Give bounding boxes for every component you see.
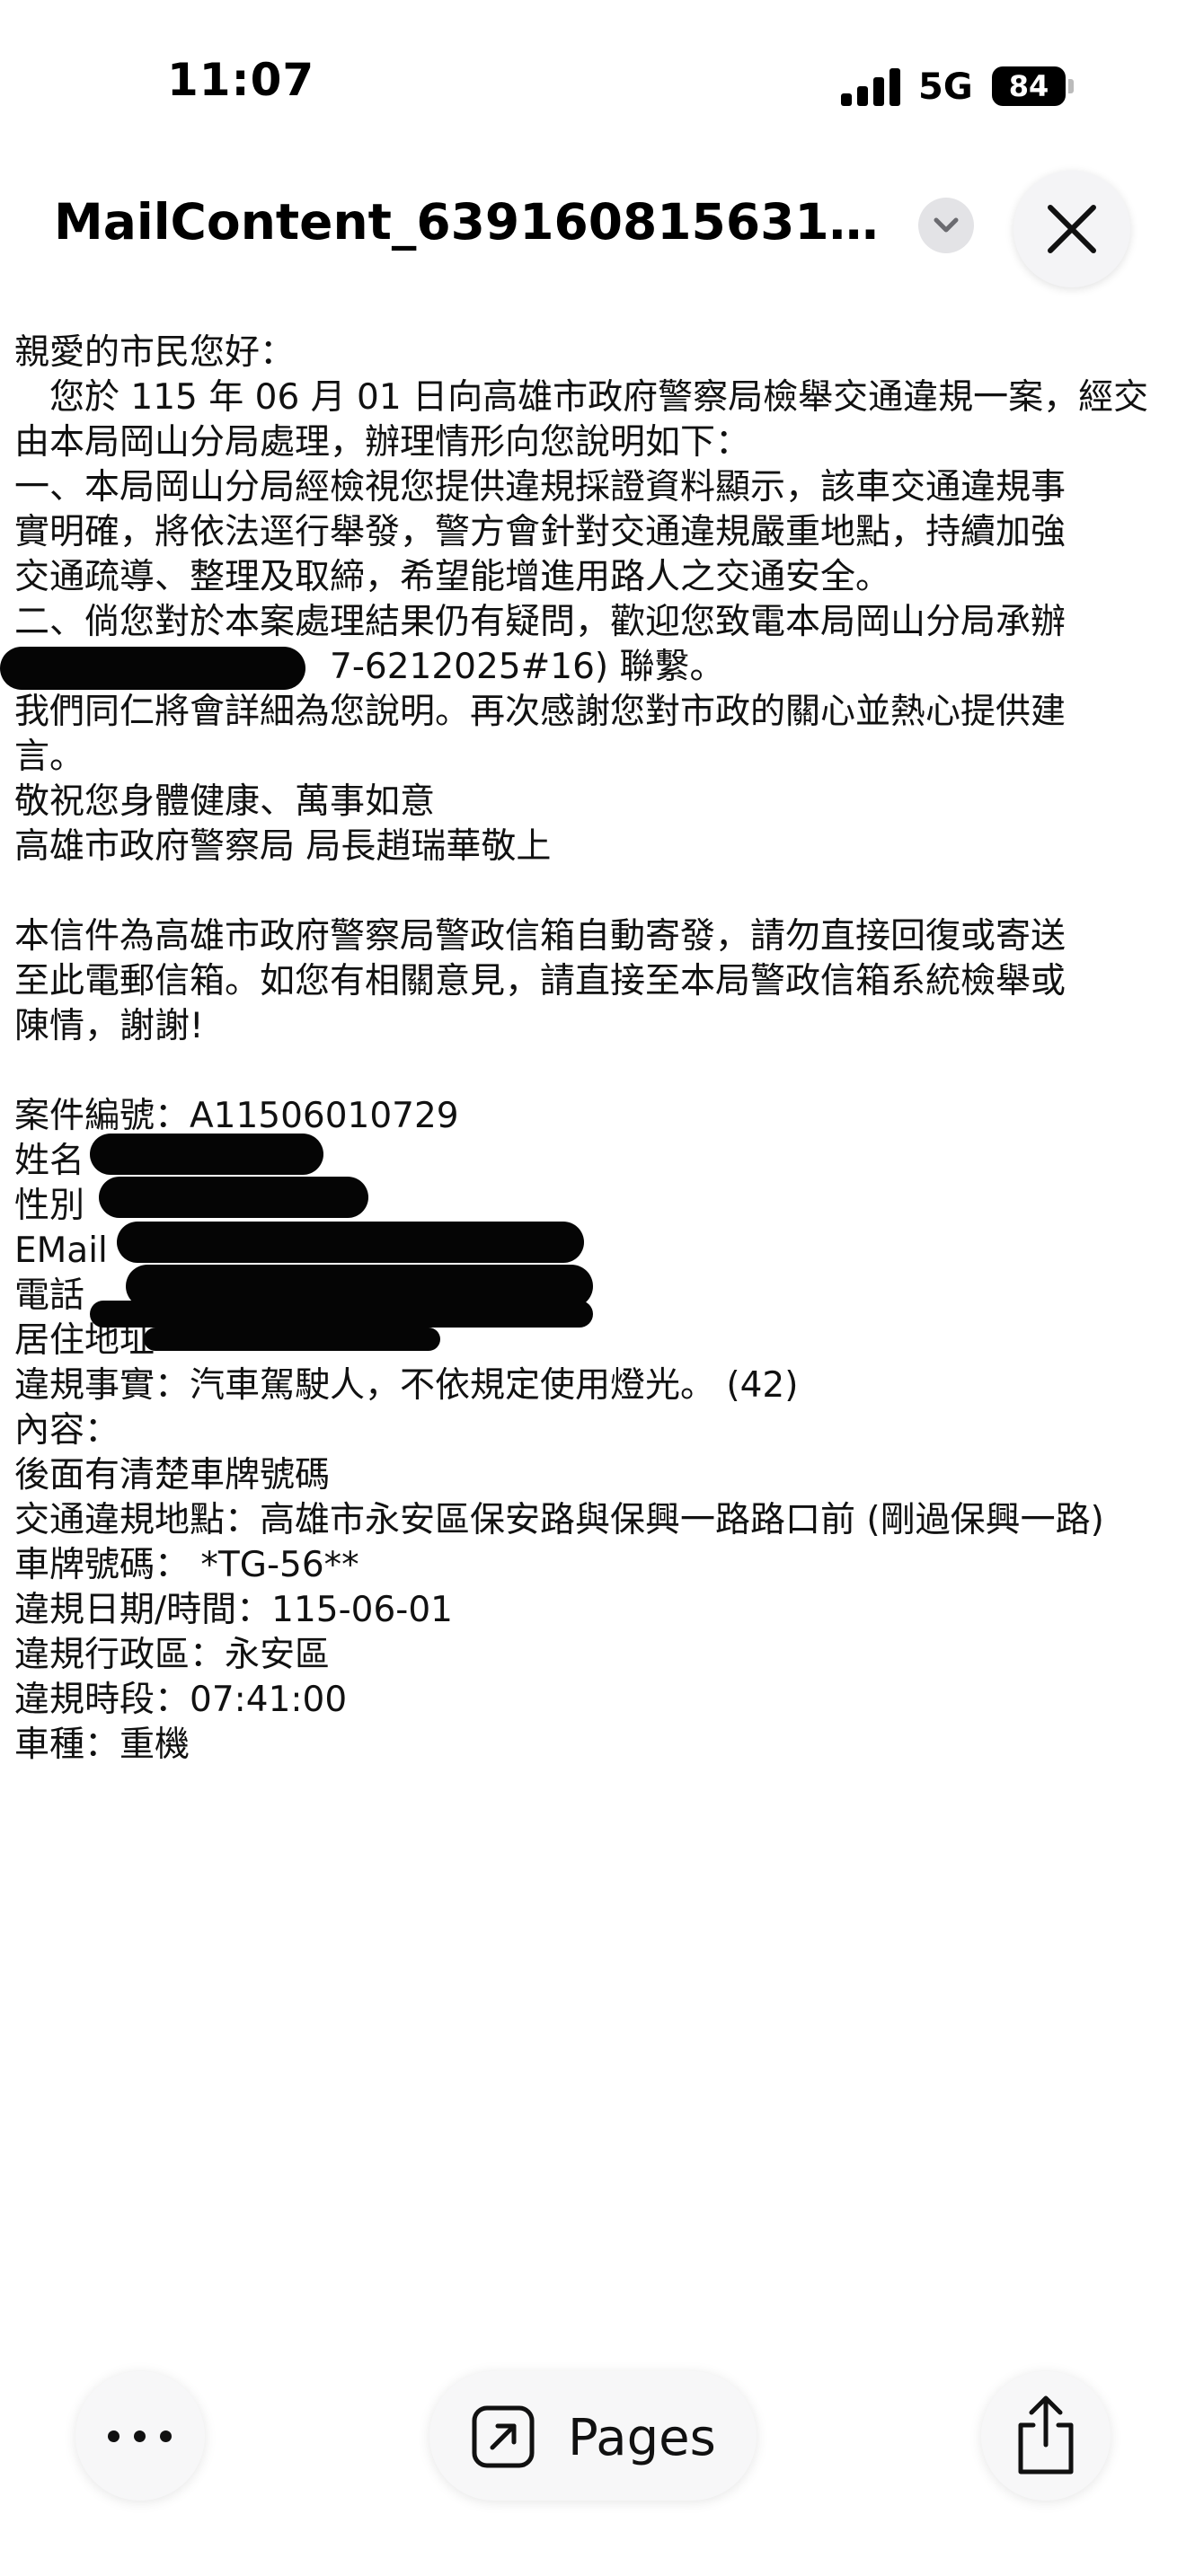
status-time: 11:07 bbox=[167, 54, 315, 106]
open-in-pages-button[interactable]: Pages bbox=[429, 2371, 757, 2501]
content-label: 內容： bbox=[14, 1410, 120, 1451]
mail-line: 親愛的市民您好： bbox=[14, 332, 296, 373]
mail-line: 敬祝您身體健康、萬事如意 bbox=[14, 781, 436, 822]
content-text: 後面有清楚車牌號碼 bbox=[14, 1455, 331, 1495]
open-external-icon bbox=[472, 2405, 535, 2468]
mail-content: 親愛的市民您好： 您於 115 年 06 月 01 日向高雄市政府警察局檢舉交通… bbox=[14, 331, 1182, 1768]
redaction-mark bbox=[0, 647, 305, 690]
document-title[interactable]: MailContent_6391608156313... bbox=[54, 193, 890, 251]
violation-district: 違規行政區：永安區 bbox=[14, 1635, 331, 1675]
violation-fact: 違規事實：汽車駕駛人，不依規定使用燈光。 (42) bbox=[14, 1365, 799, 1406]
share-icon bbox=[1018, 2395, 1074, 2475]
chevron-down-icon bbox=[934, 217, 959, 233]
plate-number: 車牌號碼： *TG-56** bbox=[14, 1545, 359, 1585]
violation-time: 違規時段：07:41:00 bbox=[14, 1680, 348, 1720]
redaction-mark bbox=[144, 1328, 440, 1351]
case-number: 案件編號：A11506010729 bbox=[14, 1096, 459, 1136]
status-bar: 11:07 5G 84 bbox=[0, 0, 1186, 171]
mail-blank-line bbox=[14, 1049, 1182, 1094]
mail-line: 我們同仁將會詳細為您說明。再次感謝您對市政的關心並熱心提供建 bbox=[14, 692, 1067, 732]
mail-line: 陳情，謝謝! bbox=[14, 1006, 204, 1046]
mail-line: 由本局岡山分局處理，辦理情形向您說明如下： bbox=[14, 422, 751, 463]
mail-line: 高雄市政府警察局 局長趙瑞華敬上 bbox=[14, 826, 552, 867]
redaction-mark bbox=[90, 1301, 593, 1328]
mail-line: 本信件為高雄市政府警察局警政信箱自動寄發，請勿直接回復或寄送 bbox=[14, 916, 1067, 957]
close-button[interactable] bbox=[1013, 171, 1130, 287]
share-button[interactable] bbox=[981, 2371, 1111, 2501]
title-bar: MailContent_6391608156313... bbox=[0, 171, 1186, 287]
close-icon bbox=[1048, 205, 1096, 253]
mail-line: 二、倘您對於本案處理結果仍有疑問，歡迎您致電本局岡山分局承辦 bbox=[14, 602, 1067, 642]
mail-line: 一、本局岡山分局經檢視您提供違規採證資料顯示，該車交通違規事 bbox=[14, 467, 1067, 507]
redaction-mark bbox=[99, 1177, 368, 1218]
redaction-mark bbox=[90, 1134, 323, 1175]
vehicle-type: 車種：重機 bbox=[14, 1725, 190, 1765]
mail-line: 交通疏導、整理及取締，希望能增進用路人之交通安全。 bbox=[14, 557, 891, 597]
violation-date: 違規日期/時間：115-06-01 bbox=[14, 1590, 453, 1630]
title-menu-button[interactable] bbox=[918, 198, 974, 253]
network-type: 5G bbox=[918, 66, 973, 108]
mail-line: 言。 bbox=[14, 737, 85, 777]
violation-location: 交通違規地點：高雄市永安區保安路與保興一路路口前 (剛過保興一路) bbox=[14, 1500, 1104, 1540]
pages-label: Pages bbox=[568, 2409, 716, 2467]
signal-strength-icon bbox=[841, 68, 902, 106]
bottom-toolbar: Pages bbox=[0, 2362, 1186, 2506]
battery-tip bbox=[1068, 79, 1074, 93]
battery-icon: 84 bbox=[992, 66, 1066, 106]
more-dots-icon bbox=[108, 2430, 173, 2442]
more-button[interactable] bbox=[75, 2371, 205, 2501]
redaction-mark bbox=[117, 1222, 584, 1263]
mail-blank-line bbox=[14, 869, 1182, 914]
mail-line: 實明確，將依法逕行舉發，警方會針對交通違規嚴重地點，持續加強 bbox=[14, 512, 1067, 552]
mail-line: 至此電郵信箱。如您有相關意見，請直接至本局警政信箱系統檢舉或 bbox=[14, 961, 1067, 1001]
mail-line: 您於 115 年 06 月 01 日向高雄市政府警察局檢舉交通違規一案，經交 bbox=[14, 377, 1149, 418]
